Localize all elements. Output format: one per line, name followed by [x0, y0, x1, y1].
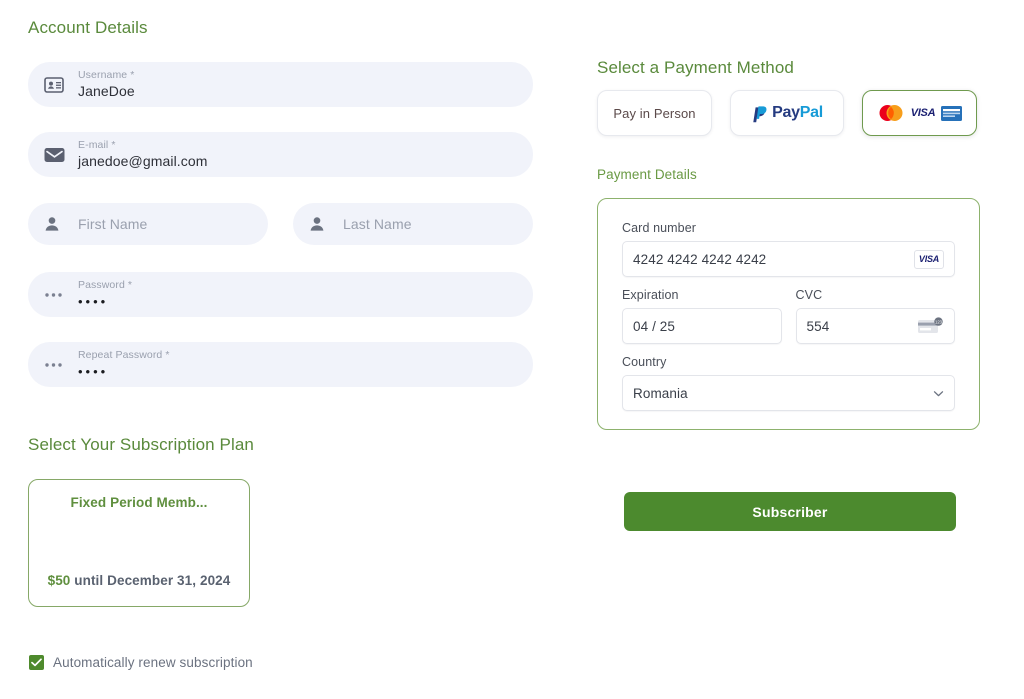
subscription-signup-page: Account Details Username * JaneDoe E-mai…	[0, 0, 1024, 699]
payment-details-heading: Payment Details	[597, 167, 697, 182]
svg-text:123: 123	[935, 319, 943, 324]
account-details-heading: Account Details	[28, 18, 148, 37]
cvc-value: 554	[806, 318, 830, 334]
username-field[interactable]: Username * JaneDoe	[28, 62, 533, 107]
visa-icon: VISA	[910, 107, 936, 119]
last-name-field[interactable]: Last Name	[293, 203, 533, 245]
password-label: Password *	[78, 278, 133, 291]
subscriber-button[interactable]: Subscriber	[624, 492, 956, 531]
email-field[interactable]: E-mail * janedoe@gmail.com	[28, 132, 533, 177]
username-value: JaneDoe	[78, 82, 135, 99]
country-value: Romania	[633, 385, 688, 401]
person-icon	[44, 216, 70, 232]
cvc-label: CVC	[795, 288, 823, 302]
first-name-field[interactable]: First Name	[28, 203, 268, 245]
payment-method-credit-card[interactable]: VISA	[862, 90, 977, 136]
card-number-input[interactable]: 4242 4242 4242 4242 VISA	[622, 241, 955, 277]
repeat-password-value: ••••	[78, 363, 109, 379]
chevron-down-icon	[932, 387, 944, 399]
expiration-cvc-row: Expiration 04 / 25 CVC 554 123	[622, 288, 955, 344]
email-value: janedoe@gmail.com	[78, 152, 208, 169]
password-field[interactable]: Password * ••••	[28, 272, 533, 317]
payment-details-card: Card number 4242 4242 4242 4242 VISA Exp…	[597, 198, 980, 430]
paypal-wordmark: PayPal	[772, 104, 823, 122]
last-name-placeholder: Last Name	[343, 215, 412, 232]
paypal-pay-text: Pay	[772, 104, 800, 121]
email-label: E-mail *	[78, 138, 116, 151]
auto-renew-row[interactable]: Automatically renew subscription	[29, 655, 253, 670]
mastercard-icon	[877, 104, 905, 122]
password-value: ••••	[78, 293, 109, 309]
cvc-input[interactable]: 554 123	[795, 308, 955, 344]
payment-method-paypal[interactable]: PayPal	[730, 90, 844, 136]
payment-column: Select a Payment Method Pay in Person Pa…	[570, 0, 1024, 699]
paypal-icon	[751, 104, 768, 123]
auto-renew-checkbox[interactable]	[29, 655, 44, 670]
repeat-password-field[interactable]: Repeat Password * ••••	[28, 342, 533, 387]
envelope-icon	[44, 147, 70, 163]
country-select[interactable]: Romania	[622, 375, 955, 411]
expiration-label: Expiration	[622, 288, 679, 302]
expiration-group: Expiration 04 / 25	[622, 288, 782, 344]
subscription-plan-heading: Select Your Subscription Plan	[28, 435, 254, 454]
country-group: Country Romania	[622, 355, 955, 411]
expiration-value: 04 / 25	[633, 318, 675, 334]
country-label: Country	[622, 355, 667, 369]
subscription-plan-card[interactable]: Fixed Period Memb... $50 until December …	[28, 479, 250, 607]
username-label: Username *	[78, 68, 135, 81]
repeat-password-label: Repeat Password *	[78, 348, 170, 361]
plan-price-amount: $50	[47, 573, 71, 588]
card-number-value: 4242 4242 4242 4242	[633, 251, 767, 267]
visa-badge-text: VISA	[918, 254, 940, 264]
dots-icon	[44, 362, 70, 368]
expiration-input[interactable]: 04 / 25	[622, 308, 782, 344]
first-name-placeholder: First Name	[78, 215, 148, 232]
plan-title: Fixed Period Memb...	[70, 495, 208, 510]
cvc-card-icon: 123	[918, 317, 944, 335]
pay-in-person-label: Pay in Person	[613, 105, 696, 121]
auto-renew-label: Automatically renew subscription	[53, 655, 253, 670]
id-card-icon	[44, 76, 70, 93]
payment-method-heading: Select a Payment Method	[597, 58, 794, 77]
person-icon	[309, 216, 335, 232]
payment-method-pay-in-person[interactable]: Pay in Person	[597, 90, 712, 136]
dots-icon	[44, 292, 70, 298]
account-details-column: Account Details Username * JaneDoe E-mai…	[0, 0, 570, 699]
plan-price: $50 until December 31, 2024	[48, 573, 231, 588]
amex-icon	[941, 105, 963, 121]
visa-icon: VISA	[914, 249, 944, 269]
plan-price-suffix: until December 31, 2024	[70, 573, 231, 588]
paypal-pal-text: Pal	[799, 104, 823, 121]
payment-method-options: Pay in Person PayPal VISA	[597, 90, 977, 136]
card-number-label: Card number	[622, 221, 697, 235]
cvc-group: CVC 554 123	[795, 288, 955, 344]
